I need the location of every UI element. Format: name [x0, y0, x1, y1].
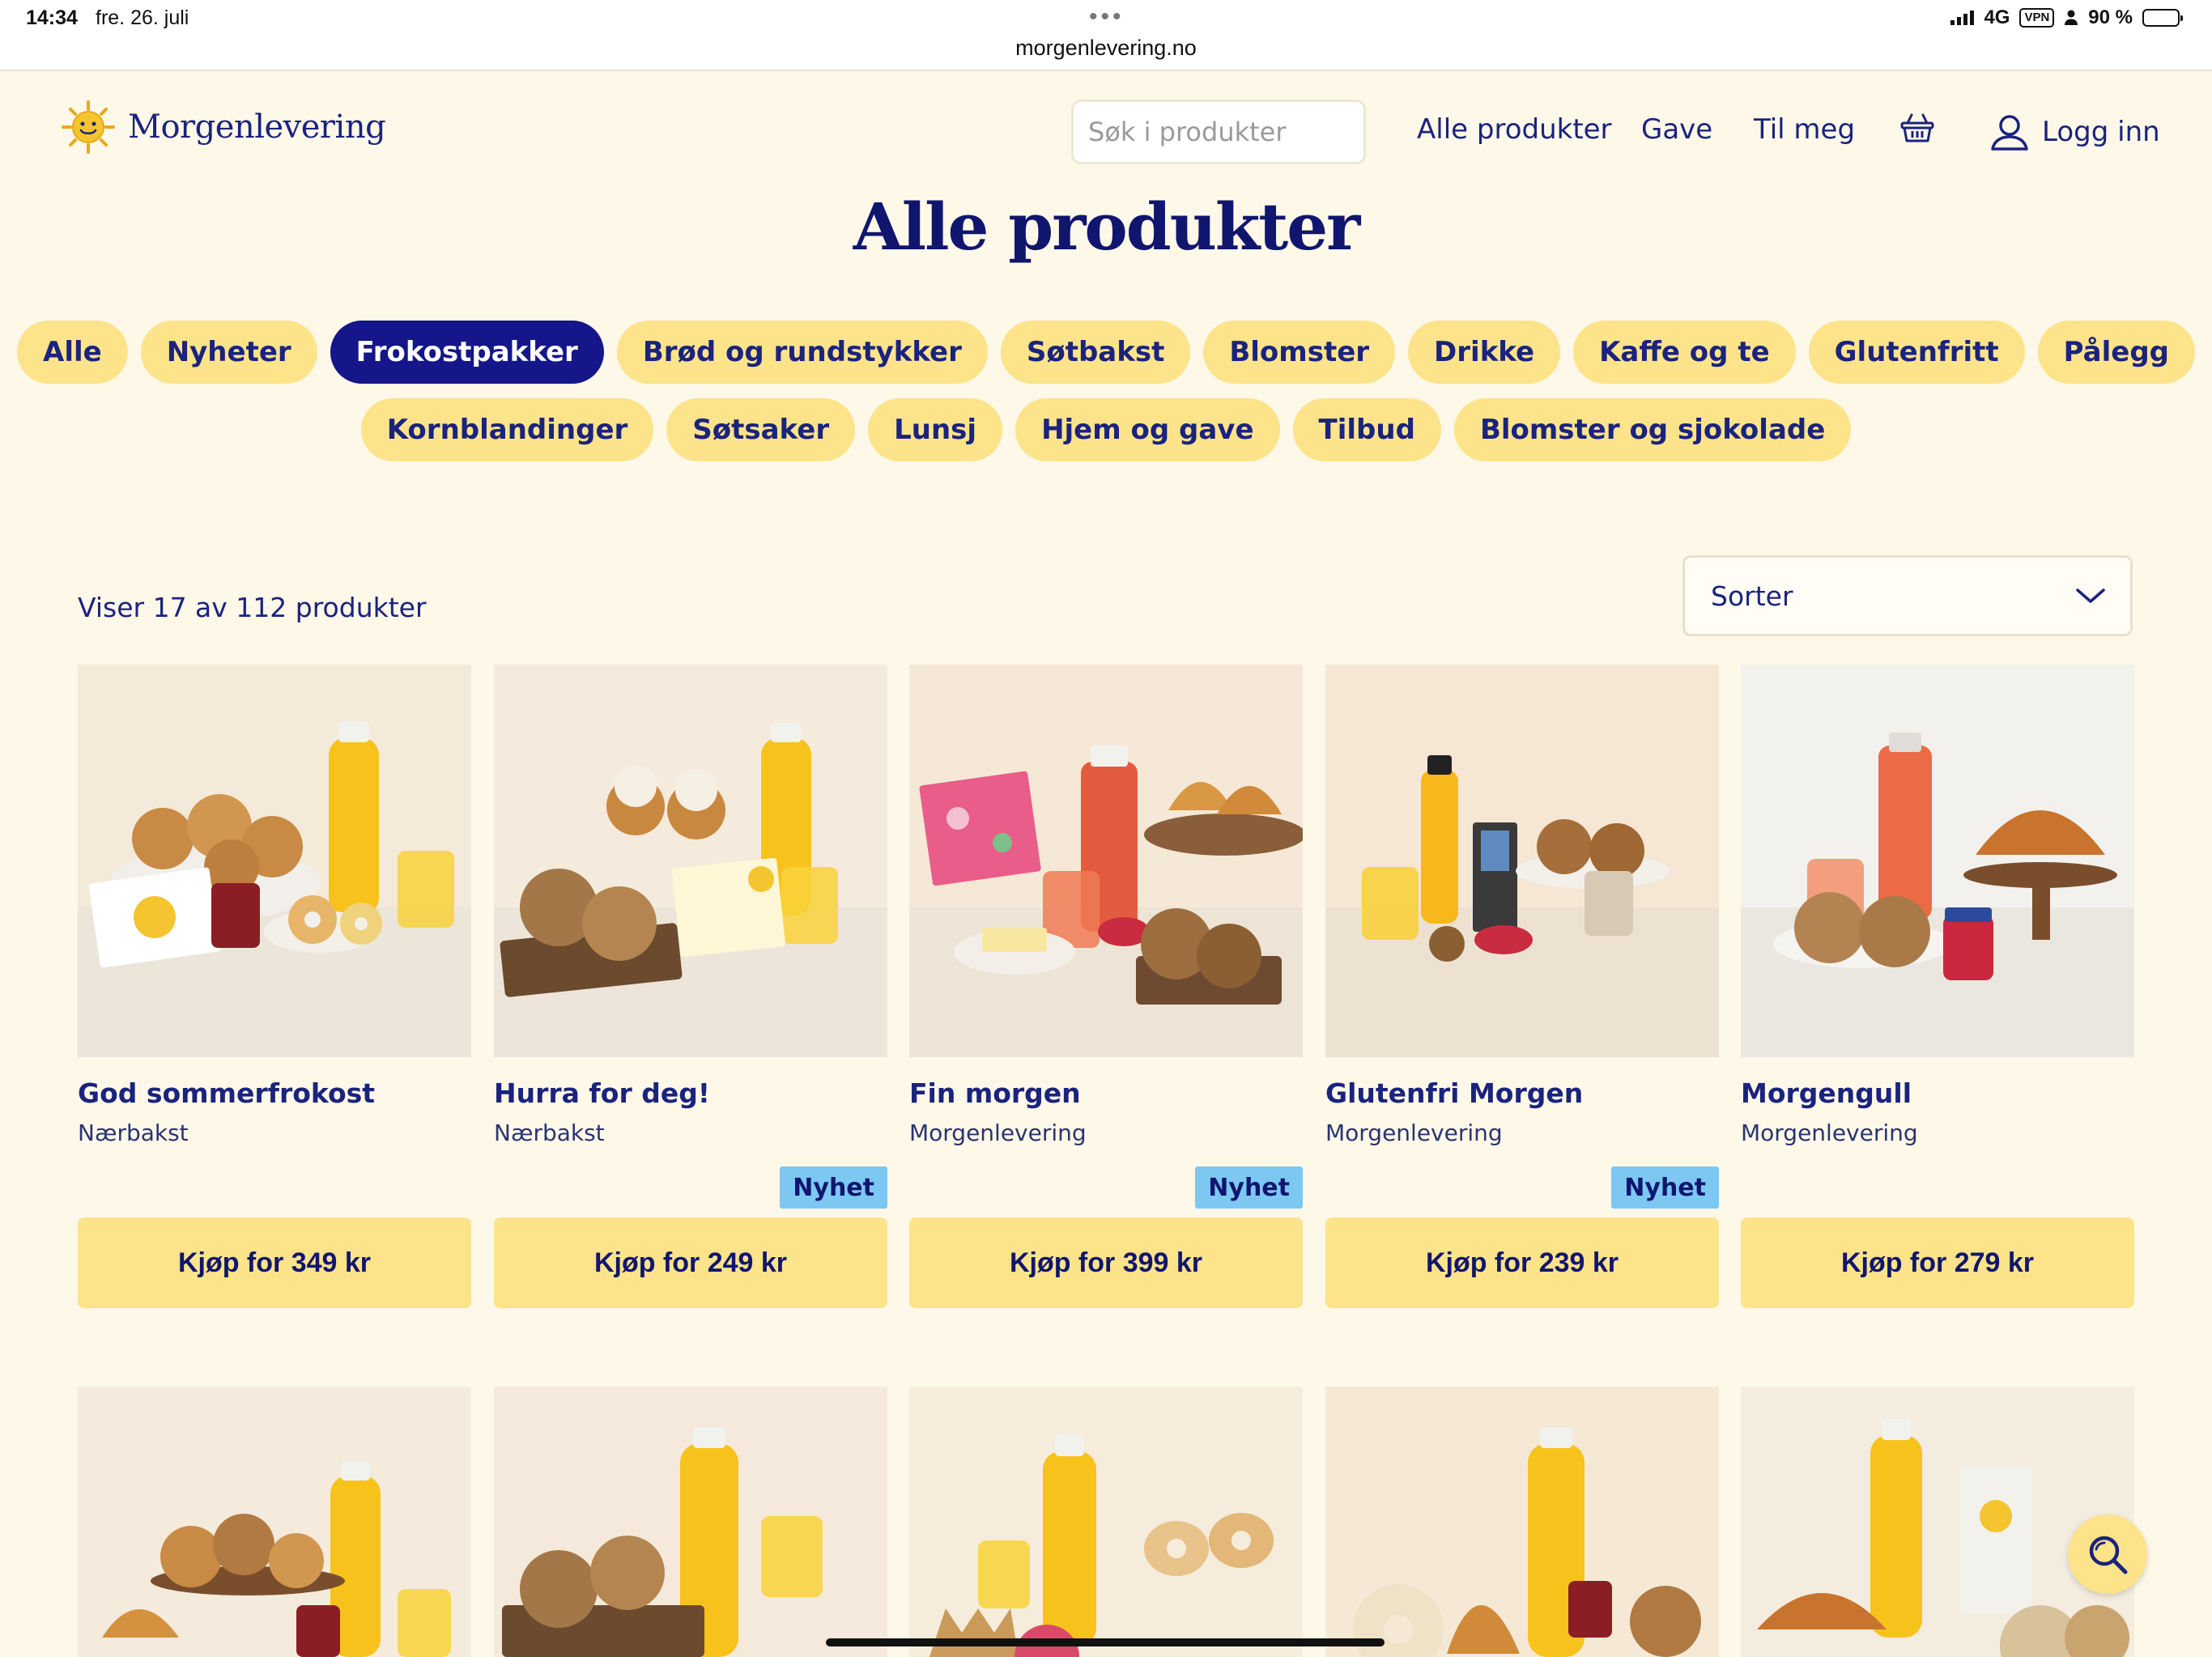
buy-button[interactable]: Kjøp for 349 kr [78, 1217, 471, 1308]
category-chip[interactable]: Glutenfritt [1808, 321, 2025, 384]
sort-dropdown[interactable]: Sorter [1682, 555, 2133, 636]
category-chip[interactable]: Frokostpakker [330, 321, 604, 384]
status-time: 14:34 [26, 6, 78, 29]
product-brand: Nærbakst [494, 1120, 605, 1146]
new-badge: Nyhet [780, 1166, 887, 1209]
search-input[interactable] [1071, 100, 1366, 164]
product-card[interactable]: Morgengull Morgenlevering Kjøp for 279 k… [1741, 665, 2134, 1308]
person-icon [2065, 10, 2078, 25]
category-chip[interactable]: Drikke [1408, 321, 1561, 384]
sun-logo-icon [62, 100, 115, 154]
product-name[interactable]: Hurra for deg! [494, 1077, 710, 1109]
product-card[interactable]: Glutenfri Morgen Morgenlevering Nyhet Kj… [1325, 665, 1719, 1308]
status-indicators: 4G VPN 90 % [1950, 6, 2183, 29]
category-chip[interactable]: Brød og rundstykker [616, 321, 988, 384]
product-image[interactable] [1741, 1387, 2134, 1657]
basket-icon [1900, 113, 1934, 142]
product-name[interactable]: God sommerfrokost [78, 1077, 375, 1109]
category-chip[interactable]: Nyheter [140, 321, 317, 384]
status-date: fre. 26. juli [96, 6, 189, 29]
product-name[interactable]: Morgengull [1741, 1077, 1912, 1109]
status-bar: 14:34 fre. 26. juli ••• morgenlevering.n… [0, 0, 2212, 71]
category-chip[interactable]: Blomster og sjokolade [1453, 398, 1852, 461]
buy-button[interactable]: Kjøp for 399 kr [909, 1217, 1303, 1308]
product-brand: Morgenlevering [1325, 1120, 1503, 1146]
product-image[interactable] [909, 665, 1303, 1057]
product-image[interactable] [1325, 1387, 1719, 1657]
category-chip[interactable]: Pålegg [2037, 321, 2195, 384]
category-chip[interactable]: Blomster [1203, 321, 1396, 384]
category-chip[interactable]: Søtbakst [1000, 321, 1191, 384]
new-badge: Nyhet [1195, 1166, 1303, 1209]
result-count: Viser 17 av 112 produkter [78, 592, 427, 623]
network-type: 4G [1984, 6, 2010, 28]
sort-label: Sorter [1711, 580, 1793, 612]
new-badge: Nyhet [1611, 1166, 1719, 1209]
product-brand: Morgenlevering [1741, 1120, 1918, 1146]
product-brand: Nærbakst [78, 1120, 189, 1146]
product-image[interactable] [494, 1387, 887, 1657]
product-image[interactable] [1741, 665, 2134, 1057]
product-card[interactable]: Hurra for deg! Nærbakst Nyhet Kjøp for 2… [494, 665, 887, 1308]
nav-all-products[interactable]: Alle produkter [1417, 113, 1612, 146]
product-image[interactable] [78, 665, 471, 1057]
product-card[interactable]: Fin morgen Morgenlevering Nyhet Kjøp for… [909, 665, 1303, 1308]
home-indicator[interactable] [826, 1638, 1385, 1646]
category-chip[interactable]: Hjem og gave [1015, 398, 1280, 461]
login-label: Logg inn [2042, 116, 2160, 148]
search-icon [2089, 1536, 2128, 1574]
product-brand: Morgenlevering [909, 1120, 1087, 1146]
chevron-down-icon [2076, 588, 2105, 603]
category-chips-row-2: Kornblandinger Søtsaker Lunsj Hjem og gave T… [0, 398, 2212, 461]
product-name[interactable]: Fin morgen [909, 1077, 1081, 1109]
buy-button[interactable]: Kjøp for 279 kr [1741, 1217, 2134, 1308]
cart-button[interactable] [1900, 112, 1934, 147]
user-icon [1991, 115, 2028, 151]
nav-for-me[interactable]: Til meg [1754, 113, 1855, 146]
category-chip[interactable]: Kornblandinger [360, 398, 654, 461]
logo-text: Morgenlevering [128, 108, 386, 146]
product-name[interactable]: Glutenfri Morgen [1325, 1077, 1583, 1109]
address-url[interactable]: morgenlevering.no [0, 36, 2212, 61]
buy-button[interactable]: Kjøp for 249 kr [494, 1217, 887, 1308]
battery-percent: 90 % [2088, 6, 2133, 28]
login-link[interactable]: Logg inn [1990, 113, 2160, 151]
category-chip[interactable]: Tilbud [1292, 398, 1441, 461]
floating-search-button[interactable] [2068, 1515, 2147, 1594]
product-image[interactable] [494, 665, 887, 1057]
nav-gift[interactable]: Gave [1641, 113, 1712, 146]
category-chip[interactable]: Kaffe og te [1573, 321, 1796, 384]
product-image[interactable] [1325, 665, 1719, 1057]
product-card[interactable]: God sommerfrokost Nærbakst Kjøp for 349 … [78, 665, 471, 1308]
cellular-signal-icon [1950, 11, 1975, 25]
product-image[interactable] [909, 1387, 1303, 1657]
product-image[interactable] [78, 1387, 471, 1657]
battery-icon [2142, 9, 2183, 27]
buy-button[interactable]: Kjøp for 239 kr [1325, 1217, 1719, 1308]
category-chip[interactable]: Alle [17, 321, 128, 384]
category-chips-row-1: Alle Nyheter Frokostpakker Brød og rundstyk… [0, 321, 2212, 384]
category-chip[interactable]: Lunsj [868, 398, 1003, 461]
more-dots-icon[interactable]: ••• [1089, 3, 1125, 31]
logo[interactable]: Morgenlevering [62, 100, 386, 154]
page-title: Alle produkter [853, 189, 1361, 265]
vpn-badge: VPN [2019, 8, 2055, 28]
category-chip[interactable]: Søtsaker [666, 398, 856, 461]
